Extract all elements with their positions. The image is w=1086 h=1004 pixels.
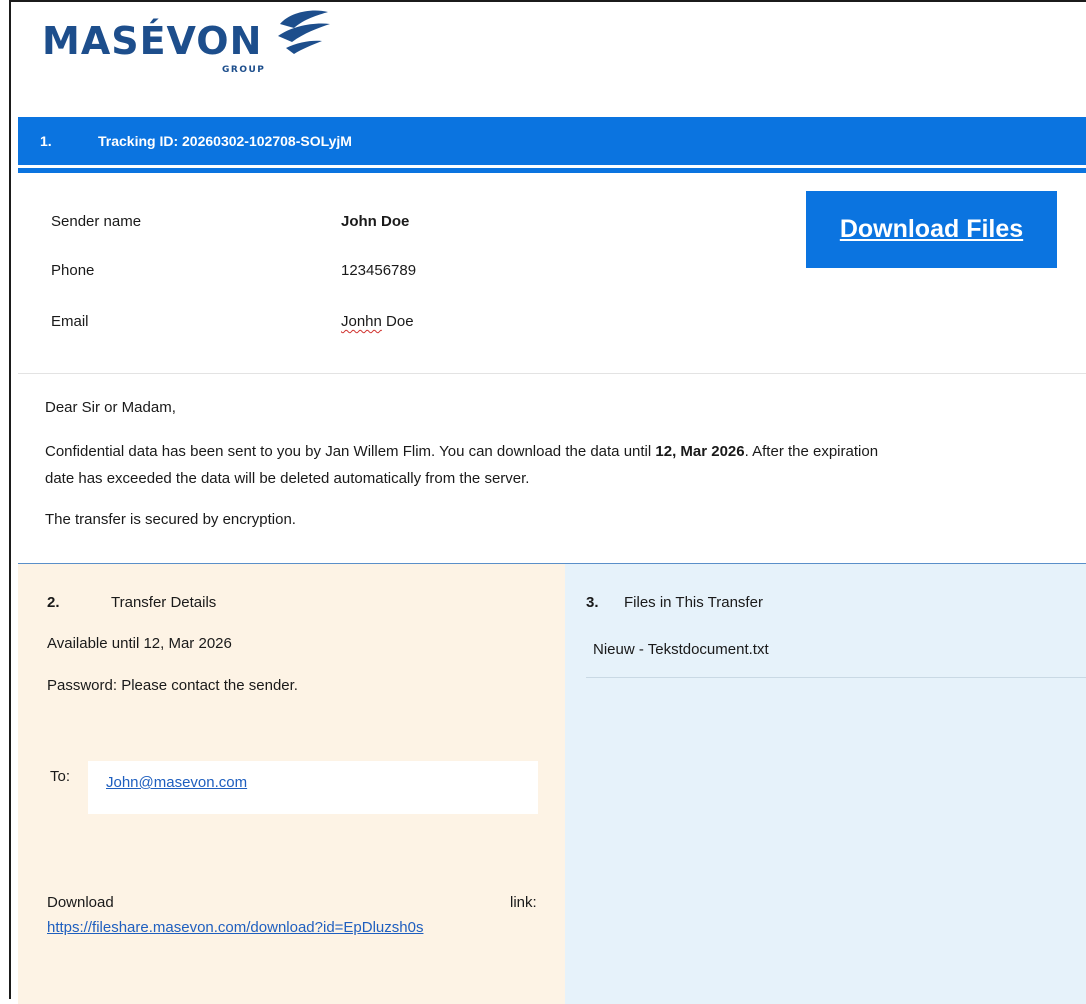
link-label: link: [510,894,537,911]
section-number: 1. [40,133,52,149]
transfer-details-number: 2. [47,594,60,611]
greeting: Dear Sir or Madam, [45,399,176,416]
email-value-rest: Doe [381,313,414,330]
email-label: Email [51,313,89,330]
masevon-logo: MASÉVON GROUP [42,6,332,78]
download-files-label[interactable]: Download Files [840,215,1023,244]
message-text: Confidential data has been sent to you b… [45,443,656,460]
email-value: Jonhn Doe [341,313,414,330]
to-label: To: [50,768,71,785]
download-label: Download [47,894,114,911]
download-link[interactable]: https://fileshare.masevon.com/download?i… [47,919,423,936]
files-number: 3. [586,594,599,611]
spellcheck-word: Jonhn [341,313,382,330]
sender-name-value: John Doe [341,213,410,230]
encryption-note: The transfer is secured by encryption. [45,511,296,528]
sender-name-label: Sender name [51,213,142,230]
expiry-date: 12, Mar 2026 [655,443,745,460]
file-item: Nieuw - Tekstdocument.txt [593,641,769,658]
divider [18,373,1086,374]
message-line-1: Confidential data has been sent to you b… [45,440,1075,464]
tracking-underline [18,168,1086,173]
message-text-post: . After the expiration [744,443,879,460]
password-note: Password: Please contact the sender. [47,677,298,694]
phone-label: Phone [51,262,95,279]
download-files-button[interactable]: Download Files [806,191,1057,268]
available-until: Available until 12, Mar 2026 [47,635,232,652]
logo-subtitle: GROUP [222,65,265,75]
tracking-id: Tracking ID: 20260302-102708-SOLyjM [98,133,352,149]
tracking-header: 1. Tracking ID: 20260302-102708-SOLyjM [18,117,1086,165]
files-panel [565,564,1086,1004]
transfer-details-title: Transfer Details [111,594,217,611]
files-title: Files in This Transfer [624,594,763,611]
recipient-email-link[interactable]: John@masevon.com [106,774,247,791]
logo-wing-icon [278,10,330,54]
files-divider [586,677,1086,678]
logo-wordmark: MASÉVON [42,19,262,63]
message-line-2: date has exceeded the data will be delet… [45,470,530,487]
phone-value: 123456789 [341,262,417,279]
